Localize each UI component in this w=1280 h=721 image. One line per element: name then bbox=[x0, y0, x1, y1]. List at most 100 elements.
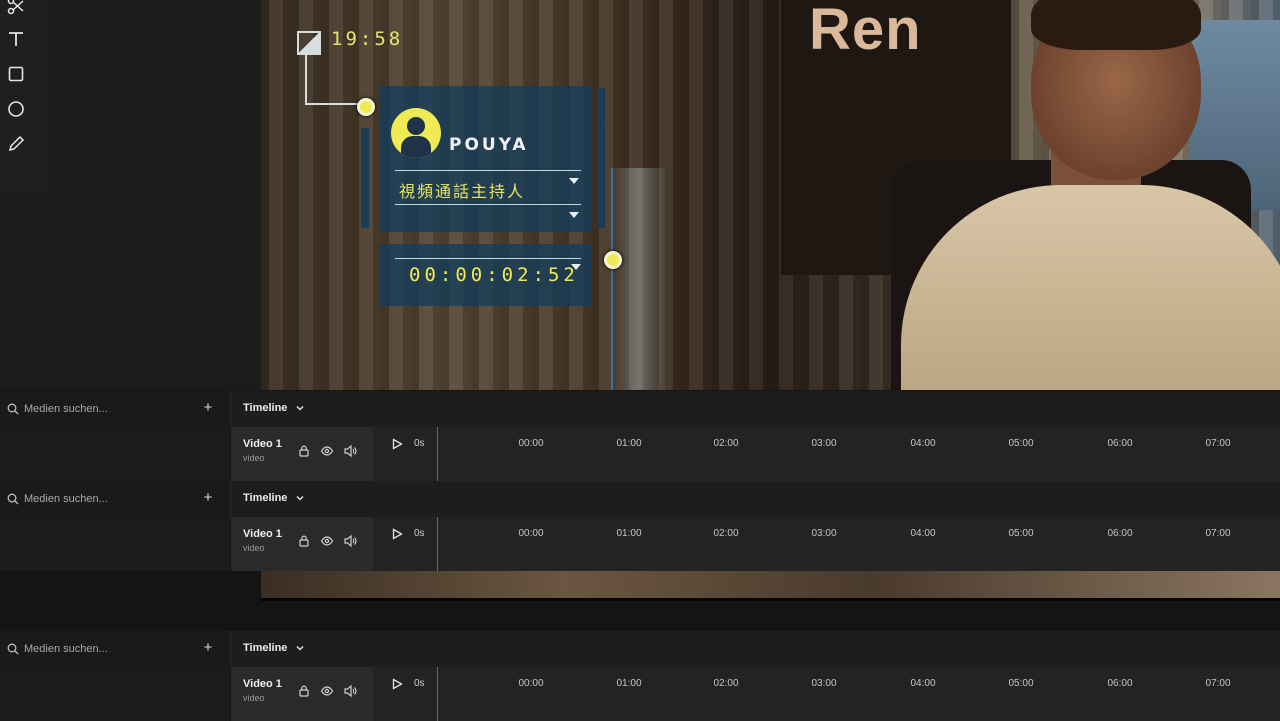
current-time-label: 0s bbox=[414, 528, 425, 539]
ruler-tick-label: 02:00 bbox=[713, 528, 739, 539]
ruler-tick-label: 00:00 bbox=[518, 528, 544, 539]
eye-icon[interactable] bbox=[320, 684, 334, 698]
video-preview-edge bbox=[261, 598, 1280, 601]
eye-icon[interactable] bbox=[320, 444, 334, 458]
hud-name: POUYA bbox=[449, 135, 529, 155]
add-media-button[interactable]: + bbox=[200, 640, 216, 656]
track-lane[interactable] bbox=[438, 451, 1280, 481]
circle-icon[interactable] bbox=[4, 97, 28, 121]
timeline-header: Timeline bbox=[230, 481, 1280, 518]
hud-divider bbox=[395, 170, 581, 171]
track-name: Video 1 bbox=[243, 678, 282, 690]
timeline-ruler[interactable]: 00:00 01:00 02:00 03:00 04:00 05:00 06:00 07:00 bbox=[437, 517, 1280, 571]
ruler-tick-label: 00:00 bbox=[518, 678, 544, 689]
play-icon[interactable] bbox=[391, 528, 403, 540]
play-icon[interactable] bbox=[391, 678, 403, 690]
timeline-ruler[interactable]: 00:00 01:00 02:00 03:00 04:00 05:00 06:00 07:00 bbox=[437, 667, 1280, 721]
track-type: video bbox=[243, 543, 265, 553]
dropdown-triangle-icon[interactable] bbox=[569, 178, 579, 184]
media-search: + bbox=[0, 481, 230, 518]
track-lane[interactable] bbox=[438, 691, 1280, 721]
media-search: + bbox=[0, 631, 230, 668]
add-media-button[interactable]: + bbox=[200, 490, 216, 506]
timeline-header: Timeline bbox=[230, 631, 1280, 668]
track-header: Video 1 video bbox=[231, 667, 373, 721]
track-header: Video 1 video bbox=[231, 427, 373, 481]
dropdown-triangle-icon[interactable] bbox=[569, 212, 579, 218]
timeline-panel: + Timeline Video 1 video 0s 00:00 01:00 02… bbox=[0, 631, 1280, 721]
timeline-ruler[interactable]: 00:00 01:00 02:00 03:00 04:00 05:00 06:00 07:00 bbox=[437, 427, 1280, 481]
hud-timecode: 00:00:02:52 bbox=[409, 264, 579, 286]
hud-handle-right[interactable] bbox=[604, 251, 622, 269]
timeline-title[interactable]: Timeline bbox=[243, 492, 287, 504]
ruler-tick-label: 03:00 bbox=[811, 678, 837, 689]
timeline-panel: + Timeline Video 1 video 0s 00:00 01:00 02… bbox=[0, 481, 1280, 571]
video-preview-strip bbox=[261, 570, 1280, 600]
ruler-tick-label: 05:00 bbox=[1008, 678, 1034, 689]
ruler-tick-label: 07:00 bbox=[1205, 678, 1231, 689]
ruler-tick-label: 07:00 bbox=[1205, 438, 1231, 449]
media-list bbox=[0, 667, 230, 721]
timeline-panel: + Timeline Video 1 video 0s 00:00 01:00 02… bbox=[0, 391, 1280, 481]
search-icon bbox=[7, 403, 19, 415]
chevron-down-icon[interactable] bbox=[295, 643, 305, 653]
hud-connector-horizontal bbox=[305, 103, 363, 105]
hud-side-bar bbox=[361, 128, 369, 228]
tool-sidebar bbox=[0, 0, 49, 192]
volume-icon[interactable] bbox=[343, 534, 357, 548]
avatar-icon bbox=[391, 108, 441, 158]
lock-icon[interactable] bbox=[297, 534, 311, 548]
chevron-down-icon[interactable] bbox=[295, 403, 305, 413]
ruler-tick-label: 01:00 bbox=[616, 678, 642, 689]
text-icon[interactable] bbox=[4, 27, 28, 51]
track-name: Video 1 bbox=[243, 528, 282, 540]
ruler-tick-label: 03:00 bbox=[811, 528, 837, 539]
hud-handle-top[interactable] bbox=[357, 98, 375, 116]
timeline-header: Timeline bbox=[230, 391, 1280, 428]
ruler-tick-label: 06:00 bbox=[1107, 678, 1133, 689]
hud-divider bbox=[395, 204, 581, 205]
search-icon bbox=[7, 493, 19, 505]
canvas-margin-lower bbox=[0, 192, 49, 390]
volume-icon[interactable] bbox=[343, 444, 357, 458]
hud-connector-vertical bbox=[305, 52, 307, 104]
ruler-tick-label: 02:00 bbox=[713, 438, 739, 449]
ruler-tick-label: 06:00 bbox=[1107, 438, 1133, 449]
playback-controls: 0s bbox=[373, 667, 437, 721]
playback-controls: 0s bbox=[373, 427, 437, 481]
pen-icon[interactable] bbox=[4, 132, 28, 156]
hud-role: 視頻通話主持人 bbox=[399, 182, 526, 201]
track-lane[interactable] bbox=[438, 541, 1280, 571]
search-input[interactable] bbox=[24, 491, 194, 507]
search-input[interactable] bbox=[24, 641, 194, 657]
lock-icon[interactable] bbox=[297, 444, 311, 458]
eye-icon[interactable] bbox=[320, 534, 334, 548]
hud-overlay[interactable]: 19:58 POUYA 視頻通話主持人 00:00:02:52 bbox=[261, 0, 1280, 390]
rectangle-icon[interactable] bbox=[4, 62, 28, 86]
track-name: Video 1 bbox=[243, 438, 282, 450]
play-icon[interactable] bbox=[391, 438, 403, 450]
media-search: + bbox=[0, 391, 230, 428]
search-input[interactable] bbox=[24, 401, 194, 417]
scissors-icon[interactable] bbox=[4, 0, 28, 18]
ruler-tick-label: 07:00 bbox=[1205, 528, 1231, 539]
clock-icon bbox=[297, 31, 321, 55]
timeline-title[interactable]: Timeline bbox=[243, 642, 287, 654]
track-type: video bbox=[243, 453, 265, 463]
ruler-tick-label: 02:00 bbox=[713, 678, 739, 689]
canvas-margin bbox=[49, 0, 261, 390]
media-list bbox=[0, 427, 230, 481]
ruler-tick-label: 01:00 bbox=[616, 438, 642, 449]
lock-icon[interactable] bbox=[297, 684, 311, 698]
volume-icon[interactable] bbox=[343, 684, 357, 698]
playback-controls: 0s bbox=[373, 517, 437, 571]
ruler-tick-label: 05:00 bbox=[1008, 438, 1034, 449]
video-preview[interactable]: Ren 19:58 POUYA 視頻通話主持人 00:00:02:52 bbox=[261, 0, 1280, 390]
track-type: video bbox=[243, 693, 265, 703]
timeline-title[interactable]: Timeline bbox=[243, 402, 287, 414]
current-time-label: 0s bbox=[414, 678, 425, 689]
add-media-button[interactable]: + bbox=[200, 400, 216, 416]
ruler-tick-label: 03:00 bbox=[811, 438, 837, 449]
media-list bbox=[0, 517, 230, 571]
chevron-down-icon[interactable] bbox=[295, 493, 305, 503]
